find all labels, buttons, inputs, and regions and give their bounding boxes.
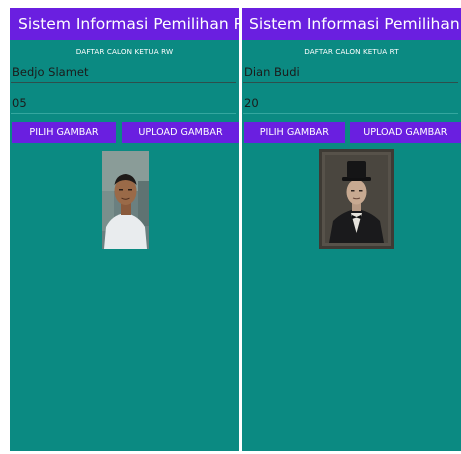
screenshot-stage: Sistem Informasi Pemilihan R... DAFTAR C… [0, 0, 461, 454]
candidate-name-value: Dian Budi [244, 65, 300, 79]
field-underline [243, 112, 458, 114]
candidate-number-value: 20 [244, 96, 259, 110]
field-underline [11, 82, 236, 83]
rt-registration-screen: Sistem Informasi Pemilihan R... DAFTAR C… [242, 8, 461, 451]
field-underline [11, 112, 236, 114]
form-subtitle: DAFTAR CALON KETUA RT [304, 47, 399, 56]
candidate-photo [319, 149, 394, 249]
candidate-name-value: Bedjo Slamet [12, 65, 89, 79]
pick-image-button[interactable]: PILIH GAMBAR [12, 122, 116, 143]
candidate-number-field[interactable]: 20 [243, 92, 460, 116]
candidate-photo [102, 151, 149, 249]
app-bar-title: Sistem Informasi Pemilihan R... [10, 8, 239, 40]
rw-registration-screen: Sistem Informasi Pemilihan R... DAFTAR C… [10, 8, 239, 451]
pick-image-button[interactable]: PILIH GAMBAR [244, 122, 345, 143]
button-row: PILIH GAMBAR UPLOAD GAMBAR [10, 122, 239, 143]
upload-image-button[interactable]: UPLOAD GAMBAR [349, 122, 461, 143]
app-bar-title: Sistem Informasi Pemilihan R... [242, 8, 461, 40]
button-row: PILIH GAMBAR UPLOAD GAMBAR [242, 122, 461, 143]
form-subtitle: DAFTAR CALON KETUA RW [75, 47, 174, 56]
candidate-name-field[interactable]: Bedjo Slamet [11, 61, 238, 85]
candidate-number-field[interactable]: 05 [11, 92, 238, 116]
candidate-number-value: 05 [12, 96, 27, 110]
field-underline [243, 82, 458, 83]
candidate-name-field[interactable]: Dian Budi [243, 61, 460, 85]
upload-image-button[interactable]: UPLOAD GAMBAR [122, 122, 239, 143]
